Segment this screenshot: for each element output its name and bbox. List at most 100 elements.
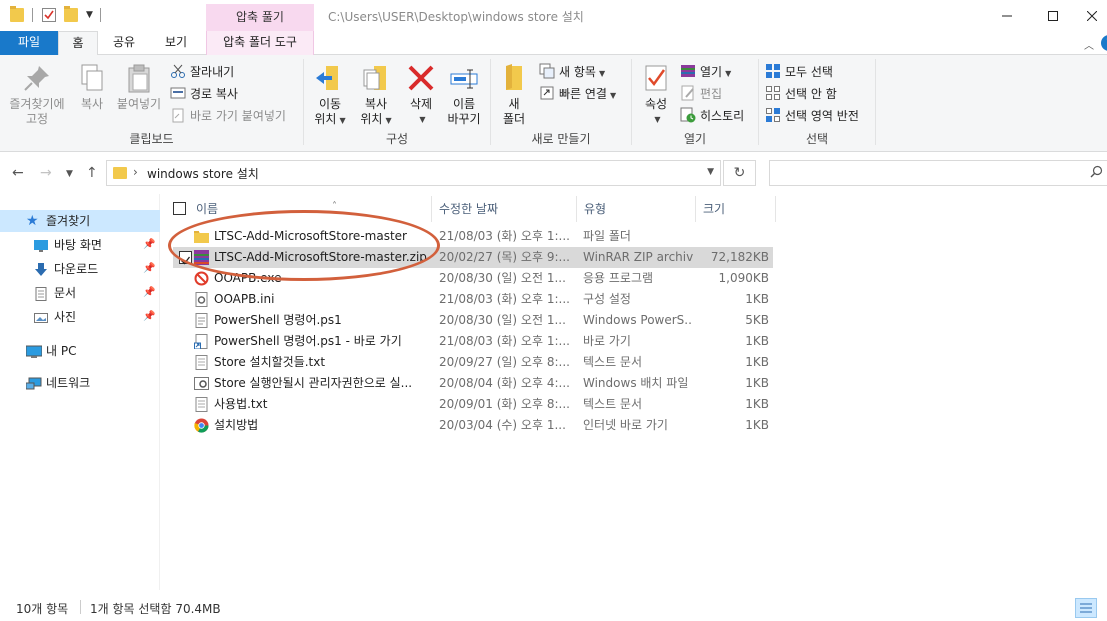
close-button[interactable] [1076,0,1107,31]
column-divider[interactable] [431,196,432,222]
pin-icon[interactable]: 📌 [143,306,155,328]
select-all-button[interactable]: 모두 선택 [765,62,833,82]
nav-network-label: 네트워크 [46,376,91,390]
details-view-button[interactable] [1075,598,1097,618]
nav-desktop[interactable]: 바탕 화면 📌 [0,234,160,256]
column-header-date[interactable]: 수정한 날짜 [439,196,569,222]
column-header-size[interactable]: 크기 [703,196,773,222]
rename-button[interactable]: 이름 바꾸기 [442,62,486,127]
up-arrow-icon[interactable]: ↑ [86,165,98,181]
pin-to-quick-access-button[interactable]: 즐겨찾기에 고정 [6,62,68,127]
file-size: 1KB [745,376,769,390]
nav-pictures[interactable]: 사진 📌 [0,306,160,328]
column-header-type[interactable]: 유형 [584,196,684,222]
pin-icon[interactable]: 📌 [143,234,155,256]
nav-network[interactable]: 네트워크 [0,372,160,394]
file-type: 텍스트 문서 [583,355,643,369]
move-to-label-line2: 위치 ▼ [314,112,346,126]
ribbon: 즐겨찾기에 고정 복사 붙여넣기 잘라내기 경로 복사 바로 가기 붙여넣기 클… [0,55,1107,152]
shortcut-file-icon [194,334,209,350]
tab-file[interactable]: 파일 [0,31,58,55]
collapse-ribbon-chevron-icon[interactable]: ︿ [1084,37,1094,52]
pin-icon [21,62,53,94]
edit-button[interactable]: 편집 [680,84,722,104]
table-row[interactable]: PowerShell 명령어.ps1 20/08/30 (일) 오전 1... … [173,310,773,331]
history-label: 히스토리 [700,109,745,123]
copy-to-button[interactable]: 복사 위치 ▼ [354,62,398,128]
address-history-chevron-icon[interactable]: ▼ [707,167,714,177]
winrar-archive-icon [194,250,209,265]
delete-button[interactable]: 삭제 ▼ [402,62,440,127]
pin-icon[interactable]: 📌 [143,258,155,280]
breadcrumb-current[interactable]: windows store 설치 [147,165,259,182]
pin-icon[interactable]: 📌 [143,282,155,304]
history-button[interactable]: 히스토리 [680,106,744,126]
properties-button[interactable]: 속성 ▼ [638,62,674,127]
tab-compressed-folder-tools[interactable]: 압축 폴더 도구 [206,31,314,55]
table-row[interactable]: Store 실행안될시 관리자권한으로 실... 20/08/04 (화) 오후… [173,373,773,394]
nav-desktop-label: 바탕 화면 [54,238,102,252]
table-row[interactable]: 설치방법 20/03/04 (수) 오후 1... 인터넷 바로 가기 1KB [173,415,773,436]
tab-view[interactable]: 보기 [154,31,198,55]
recent-locations-chevron-icon[interactable]: ▼ [66,169,73,179]
select-none-button[interactable]: 선택 안 함 [765,84,837,104]
select-all-checkbox[interactable] [173,202,186,215]
refresh-button[interactable]: ↻ [723,160,756,186]
maximize-button[interactable] [1030,0,1076,31]
batch-file-icon [194,376,209,391]
delete-dropdown-icon[interactable]: ▼ [405,112,440,127]
easy-access-button[interactable]: 빠른 연결 ▼ [539,84,616,104]
nav-downloads[interactable]: 다운로드 📌 [0,258,160,280]
minimize-button[interactable] [984,0,1030,31]
new-item-button[interactable]: 새 항목 ▼ [539,62,605,82]
text-file-icon [194,397,209,412]
table-row[interactable]: Store 설치할것들.txt 20/09/27 (일) 오후 8:... 텍스… [173,352,773,373]
tab-home[interactable]: 홈 [58,31,98,56]
nav-documents[interactable]: 문서 📌 [0,282,160,304]
breadcrumb-chevron-icon[interactable]: › [133,165,138,179]
table-row[interactable]: OOAPB.ini 21/08/03 (화) 오후 1:... 구성 설정 1K… [173,289,773,310]
search-input[interactable] [769,160,1107,186]
column-header-name[interactable]: 이름 ˄ [196,196,426,222]
column-divider[interactable] [576,196,577,222]
tab-share[interactable]: 공유 [104,31,144,55]
group-divider [875,59,876,145]
invert-selection-label: 선택 영역 반전 [785,109,859,123]
new-folder-button[interactable]: 새 폴더 [497,62,531,127]
open-label: 열기 [700,65,723,79]
help-icon[interactable]: ? [1101,35,1107,51]
move-to-button[interactable]: 이동 위치 ▼ [308,62,352,128]
open-button[interactable]: 열기 ▼ [680,62,731,82]
cut-button[interactable]: 잘라내기 [170,62,234,82]
nav-this-pc[interactable]: 내 PC [0,340,160,362]
file-type: 바로 가기 [583,334,631,348]
table-row[interactable]: LTSC-Add-MicrosoftStore-master 21/08/03 … [173,226,773,247]
copy-button[interactable]: 복사 [72,62,112,112]
clipboard-icon [123,62,155,94]
address-bar[interactable]: › windows store 설치 ▼ [106,160,721,186]
properties-check-icon[interactable] [42,8,56,22]
row-checkbox[interactable] [179,251,192,265]
properties-dropdown-icon[interactable]: ▼ [641,112,674,127]
invert-selection-button[interactable]: 선택 영역 반전 [765,106,859,126]
paste-shortcut-button[interactable]: 바로 가기 붙여넣기 [170,106,286,126]
file-size: 1KB [745,292,769,306]
forward-arrow-icon[interactable]: → [40,165,52,181]
column-divider[interactable] [775,196,776,222]
file-name: Store 설치할것들.txt [214,355,326,369]
table-row[interactable]: LTSC-Add-MicrosoftStore-master.zip 20/02… [173,247,773,268]
back-arrow-icon[interactable]: ← [12,165,24,181]
table-row[interactable]: 사용법.txt 20/09/01 (화) 오후 8:... 텍스트 문서 1KB [173,394,773,415]
paste-button[interactable]: 붙여넣기 [114,62,164,112]
table-row[interactable]: OOAPB.exe 20/08/30 (일) 오전 1... 응용 프로그램 1… [173,268,773,289]
nav-quick-access[interactable]: ★ 즐겨찾기 [0,210,160,232]
select-group: 모두 선택 선택 안 함 선택 영역 반전 선택 [759,58,875,150]
file-type: 파일 폴더 [583,229,631,243]
customize-toolbar-chevron-icon[interactable]: ▼ [86,10,93,20]
window-title: C:\Users\USER\Desktop\windows store 설치 [328,10,584,24]
new-folder-quick-icon[interactable] [64,6,78,22]
table-row[interactable]: PowerShell 명령어.ps1 - 바로 가기 21/08/03 (화) … [173,331,773,352]
column-divider[interactable] [695,196,696,222]
title-separator [100,8,101,22]
copy-path-button[interactable]: 경로 복사 [170,84,238,104]
